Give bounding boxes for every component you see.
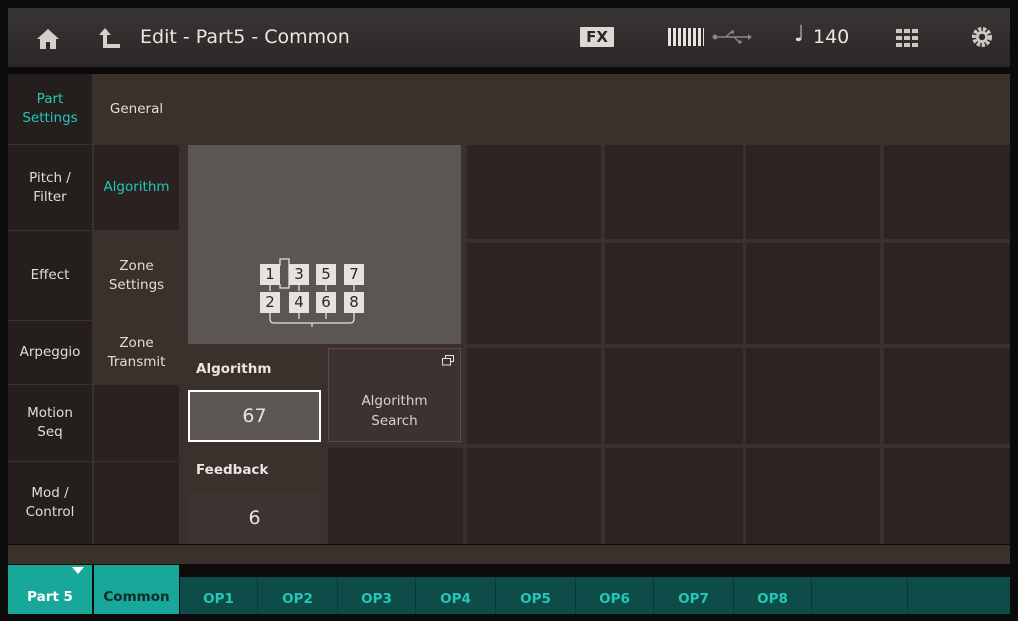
grid-cell (467, 348, 601, 444)
grid-cell (884, 243, 1010, 344)
nav-label: Pitch / Filter (29, 169, 71, 205)
subnav-label: Algorithm (103, 179, 170, 195)
grid-cell (746, 145, 880, 239)
feedback-value-field[interactable]: 6 (188, 494, 321, 544)
grid-cell (746, 448, 880, 544)
grid-cell (467, 145, 601, 239)
algorithm-search-label: Algorithm Search (361, 393, 428, 429)
tab-op1[interactable]: OP1 (180, 577, 258, 614)
back-arrow-icon[interactable] (98, 26, 122, 50)
home-icon[interactable] (36, 28, 60, 50)
tab-op6[interactable]: OP6 (576, 577, 654, 614)
gear-icon[interactable] (970, 25, 994, 49)
nav-motion-seq[interactable]: Motion Seq (8, 385, 92, 461)
keyboard-icon (668, 28, 704, 46)
operator-box: 4 (289, 292, 309, 313)
tab-common[interactable]: Common (94, 565, 179, 614)
subnav-algorithm[interactable]: Algorithm (94, 145, 179, 230)
edit-frame: Part Settings Pitch / Filter Effect Arpe… (8, 74, 1010, 544)
operator-box: 6 (316, 292, 336, 313)
usb-icon (712, 30, 752, 44)
tab-empty (812, 577, 908, 614)
nav-label: Part Settings (22, 91, 78, 126)
operator-box: 8 (344, 292, 364, 313)
nav-mod-control[interactable]: Mod / Control (8, 462, 92, 544)
operator-box: 7 (344, 264, 364, 285)
tempo-value[interactable]: 140 (813, 26, 849, 48)
nav-pitch-filter[interactable]: Pitch / Filter (8, 145, 92, 230)
tab-op2[interactable]: OP2 (258, 577, 338, 614)
grid-icon[interactable] (896, 29, 918, 47)
subnav-zone-transmit[interactable]: Zone Transmit (94, 321, 179, 384)
subnav-general[interactable]: General (94, 74, 179, 144)
grid-cell (884, 348, 1010, 444)
nav-label: Motion Seq (27, 405, 73, 440)
algorithm-diagram: 1 3 5 7 2 4 6 8 (188, 145, 461, 344)
dropdown-triangle-icon (72, 567, 84, 574)
subnav-label: Zone Transmit (107, 334, 166, 370)
grid-cell (467, 243, 601, 344)
nav-label: Mod / Control (25, 485, 75, 520)
nav-arpeggio[interactable]: Arpeggio (8, 321, 92, 384)
part-select-tab[interactable]: Part 5 (8, 565, 92, 614)
subnav-empty (94, 385, 179, 461)
grid-cell (746, 348, 880, 444)
operator-box: 1 (260, 264, 280, 285)
common-tab-label: Common (103, 589, 170, 605)
subnav-empty (94, 462, 179, 544)
part-tab-label: Part 5 (27, 589, 73, 605)
grid-cell (328, 448, 463, 544)
diagram-connections (269, 258, 355, 327)
nav-effect[interactable]: Effect (8, 231, 92, 320)
subnav-label: Zone Settings (108, 257, 165, 293)
grid-cell (467, 448, 601, 544)
algorithm-label: Algorithm (188, 348, 321, 390)
grid-cell (884, 145, 1010, 239)
operator-box: 3 (289, 264, 309, 285)
operator-box: 5 (316, 264, 336, 285)
tab-op5[interactable]: OP5 (496, 577, 576, 614)
grid-cell (605, 348, 743, 444)
algorithm-value-field[interactable]: 67 (188, 390, 321, 442)
popup-window-icon (442, 355, 454, 366)
tempo-note-icon: ♩ (794, 22, 805, 47)
tab-op7[interactable]: OP7 (654, 577, 734, 614)
grid-cell (884, 448, 1010, 544)
operator-box: 2 (260, 292, 280, 313)
bottom-strip (8, 545, 1010, 564)
grid-cell (605, 448, 743, 544)
tab-op8[interactable]: OP8 (734, 577, 812, 614)
nav-part-settings[interactable]: Part Settings (8, 74, 92, 144)
tab-op4[interactable]: OP4 (416, 577, 496, 614)
algorithm-search-button[interactable]: Algorithm Search (328, 348, 461, 442)
nav-label: Arpeggio (19, 344, 81, 360)
algorithm-panel: 1 3 5 7 2 4 6 8 Algorithm 67 Algorithm S… (180, 74, 1010, 544)
grid-cell (605, 145, 743, 239)
nav-label: Effect (30, 267, 70, 283)
bottom-tab-bar: Part 5 Common OP1 OP2 OP3 OP4 OP5 OP6 OP… (8, 545, 1010, 614)
top-bar: Edit - Part5 - Common FX ♩ 140 (8, 8, 1010, 67)
tab-op3[interactable]: OP3 (338, 577, 416, 614)
grid-cell (746, 243, 880, 344)
fx-button[interactable]: FX (580, 27, 614, 47)
grid-cell (605, 243, 743, 344)
page-title: Edit - Part5 - Common (140, 26, 350, 48)
feedback-label: Feedback (188, 448, 321, 494)
subnav-zone-settings[interactable]: Zone Settings (94, 231, 179, 320)
subnav-label: General (109, 100, 164, 117)
